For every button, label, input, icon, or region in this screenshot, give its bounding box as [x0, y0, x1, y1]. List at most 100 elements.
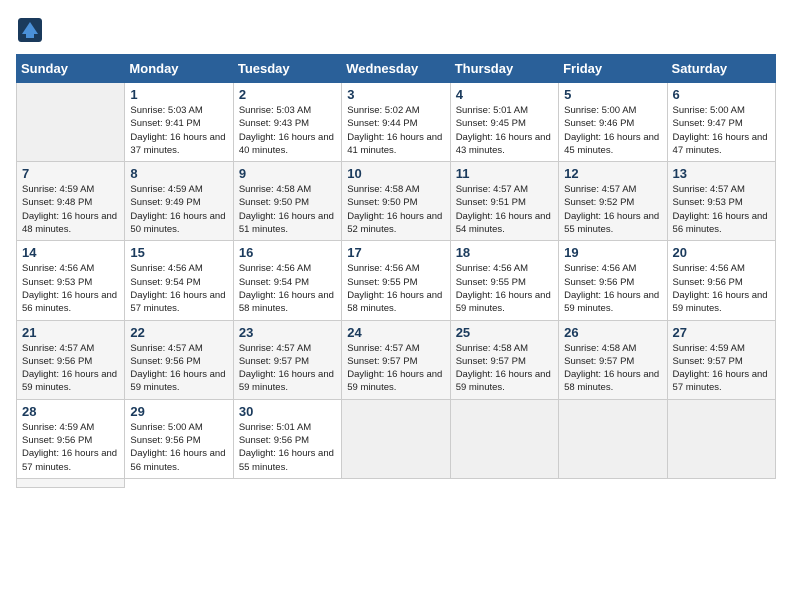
- day-number: 17: [347, 245, 444, 260]
- day-info: Sunrise: 4:56 AM Sunset: 9:56 PM Dayligh…: [673, 262, 770, 315]
- day-number: 30: [239, 404, 336, 419]
- table-row: 22 Sunrise: 4:57 AM Sunset: 9:56 PM Dayl…: [125, 320, 233, 399]
- table-row: [17, 478, 125, 487]
- table-row: 14 Sunrise: 4:56 AM Sunset: 9:53 PM Dayl…: [17, 241, 125, 320]
- day-info: Sunrise: 4:56 AM Sunset: 9:53 PM Dayligh…: [22, 262, 119, 315]
- day-info: Sunrise: 4:58 AM Sunset: 9:57 PM Dayligh…: [456, 342, 553, 395]
- table-row: 13 Sunrise: 4:57 AM Sunset: 9:53 PM Dayl…: [667, 162, 775, 241]
- page-header: [16, 16, 776, 44]
- day-number: 11: [456, 166, 553, 181]
- day-info: Sunrise: 4:59 AM Sunset: 9:49 PM Dayligh…: [130, 183, 227, 236]
- day-info: Sunrise: 5:01 AM Sunset: 9:56 PM Dayligh…: [239, 421, 336, 474]
- weekday-header-wednesday: Wednesday: [342, 55, 450, 83]
- day-info: Sunrise: 5:00 AM Sunset: 9:56 PM Dayligh…: [130, 421, 227, 474]
- day-info: Sunrise: 4:56 AM Sunset: 9:54 PM Dayligh…: [130, 262, 227, 315]
- day-number: 14: [22, 245, 119, 260]
- weekday-header-tuesday: Tuesday: [233, 55, 341, 83]
- table-row: 10 Sunrise: 4:58 AM Sunset: 9:50 PM Dayl…: [342, 162, 450, 241]
- table-row: 17 Sunrise: 4:56 AM Sunset: 9:55 PM Dayl…: [342, 241, 450, 320]
- day-number: 27: [673, 325, 770, 340]
- calendar-table: SundayMondayTuesdayWednesdayThursdayFrid…: [16, 54, 776, 488]
- table-row: 18 Sunrise: 4:56 AM Sunset: 9:55 PM Dayl…: [450, 241, 558, 320]
- day-number: 6: [673, 87, 770, 102]
- day-info: Sunrise: 4:57 AM Sunset: 9:53 PM Dayligh…: [673, 183, 770, 236]
- table-row: 6 Sunrise: 5:00 AM Sunset: 9:47 PM Dayli…: [667, 83, 775, 162]
- table-row: [667, 399, 775, 478]
- table-row: 3 Sunrise: 5:02 AM Sunset: 9:44 PM Dayli…: [342, 83, 450, 162]
- day-number: 25: [456, 325, 553, 340]
- table-row: 5 Sunrise: 5:00 AM Sunset: 9:46 PM Dayli…: [559, 83, 667, 162]
- day-info: Sunrise: 4:58 AM Sunset: 9:50 PM Dayligh…: [239, 183, 336, 236]
- day-number: 19: [564, 245, 661, 260]
- day-number: 13: [673, 166, 770, 181]
- day-number: 29: [130, 404, 227, 419]
- logo-icon: [16, 16, 44, 44]
- day-info: Sunrise: 5:03 AM Sunset: 9:41 PM Dayligh…: [130, 104, 227, 157]
- day-info: Sunrise: 5:01 AM Sunset: 9:45 PM Dayligh…: [456, 104, 553, 157]
- table-row: [559, 399, 667, 478]
- day-info: Sunrise: 4:59 AM Sunset: 9:57 PM Dayligh…: [673, 342, 770, 395]
- table-row: 12 Sunrise: 4:57 AM Sunset: 9:52 PM Dayl…: [559, 162, 667, 241]
- day-number: 2: [239, 87, 336, 102]
- table-row: [342, 399, 450, 478]
- day-info: Sunrise: 4:57 AM Sunset: 9:52 PM Dayligh…: [564, 183, 661, 236]
- table-row: 27 Sunrise: 4:59 AM Sunset: 9:57 PM Dayl…: [667, 320, 775, 399]
- day-number: 22: [130, 325, 227, 340]
- day-number: 21: [22, 325, 119, 340]
- day-number: 12: [564, 166, 661, 181]
- day-number: 4: [456, 87, 553, 102]
- day-number: 7: [22, 166, 119, 181]
- day-info: Sunrise: 4:57 AM Sunset: 9:51 PM Dayligh…: [456, 183, 553, 236]
- table-row: 20 Sunrise: 4:56 AM Sunset: 9:56 PM Dayl…: [667, 241, 775, 320]
- table-row: 9 Sunrise: 4:58 AM Sunset: 9:50 PM Dayli…: [233, 162, 341, 241]
- table-row: 11 Sunrise: 4:57 AM Sunset: 9:51 PM Dayl…: [450, 162, 558, 241]
- day-info: Sunrise: 5:00 AM Sunset: 9:47 PM Dayligh…: [673, 104, 770, 157]
- day-number: 20: [673, 245, 770, 260]
- day-info: Sunrise: 5:00 AM Sunset: 9:46 PM Dayligh…: [564, 104, 661, 157]
- table-row: [450, 399, 558, 478]
- day-number: 24: [347, 325, 444, 340]
- day-info: Sunrise: 5:03 AM Sunset: 9:43 PM Dayligh…: [239, 104, 336, 157]
- table-row: 19 Sunrise: 4:56 AM Sunset: 9:56 PM Dayl…: [559, 241, 667, 320]
- day-number: 5: [564, 87, 661, 102]
- day-info: Sunrise: 4:58 AM Sunset: 9:57 PM Dayligh…: [564, 342, 661, 395]
- table-row: 28 Sunrise: 4:59 AM Sunset: 9:56 PM Dayl…: [17, 399, 125, 478]
- table-row: 23 Sunrise: 4:57 AM Sunset: 9:57 PM Dayl…: [233, 320, 341, 399]
- day-info: Sunrise: 4:59 AM Sunset: 9:56 PM Dayligh…: [22, 421, 119, 474]
- table-row: 26 Sunrise: 4:58 AM Sunset: 9:57 PM Dayl…: [559, 320, 667, 399]
- day-info: Sunrise: 4:57 AM Sunset: 9:56 PM Dayligh…: [22, 342, 119, 395]
- day-info: Sunrise: 4:57 AM Sunset: 9:57 PM Dayligh…: [239, 342, 336, 395]
- table-row: 24 Sunrise: 4:57 AM Sunset: 9:57 PM Dayl…: [342, 320, 450, 399]
- day-info: Sunrise: 4:56 AM Sunset: 9:55 PM Dayligh…: [456, 262, 553, 315]
- table-row: 2 Sunrise: 5:03 AM Sunset: 9:43 PM Dayli…: [233, 83, 341, 162]
- day-info: Sunrise: 4:58 AM Sunset: 9:50 PM Dayligh…: [347, 183, 444, 236]
- table-row: 25 Sunrise: 4:58 AM Sunset: 9:57 PM Dayl…: [450, 320, 558, 399]
- day-number: 16: [239, 245, 336, 260]
- day-number: 1: [130, 87, 227, 102]
- table-row: 7 Sunrise: 4:59 AM Sunset: 9:48 PM Dayli…: [17, 162, 125, 241]
- table-row: [17, 83, 125, 162]
- day-info: Sunrise: 4:59 AM Sunset: 9:48 PM Dayligh…: [22, 183, 119, 236]
- table-row: 29 Sunrise: 5:00 AM Sunset: 9:56 PM Dayl…: [125, 399, 233, 478]
- day-number: 26: [564, 325, 661, 340]
- day-info: Sunrise: 4:56 AM Sunset: 9:55 PM Dayligh…: [347, 262, 444, 315]
- day-number: 18: [456, 245, 553, 260]
- day-number: 10: [347, 166, 444, 181]
- weekday-header-saturday: Saturday: [667, 55, 775, 83]
- table-row: 4 Sunrise: 5:01 AM Sunset: 9:45 PM Dayli…: [450, 83, 558, 162]
- table-row: 21 Sunrise: 4:57 AM Sunset: 9:56 PM Dayl…: [17, 320, 125, 399]
- day-number: 8: [130, 166, 227, 181]
- day-info: Sunrise: 4:57 AM Sunset: 9:56 PM Dayligh…: [130, 342, 227, 395]
- table-row: 15 Sunrise: 4:56 AM Sunset: 9:54 PM Dayl…: [125, 241, 233, 320]
- table-row: 16 Sunrise: 4:56 AM Sunset: 9:54 PM Dayl…: [233, 241, 341, 320]
- day-number: 9: [239, 166, 336, 181]
- day-info: Sunrise: 4:57 AM Sunset: 9:57 PM Dayligh…: [347, 342, 444, 395]
- day-info: Sunrise: 4:56 AM Sunset: 9:56 PM Dayligh…: [564, 262, 661, 315]
- day-number: 23: [239, 325, 336, 340]
- day-number: 15: [130, 245, 227, 260]
- weekday-header-sunday: Sunday: [17, 55, 125, 83]
- table-row: 8 Sunrise: 4:59 AM Sunset: 9:49 PM Dayli…: [125, 162, 233, 241]
- weekday-header-monday: Monday: [125, 55, 233, 83]
- day-info: Sunrise: 5:02 AM Sunset: 9:44 PM Dayligh…: [347, 104, 444, 157]
- table-row: 1 Sunrise: 5:03 AM Sunset: 9:41 PM Dayli…: [125, 83, 233, 162]
